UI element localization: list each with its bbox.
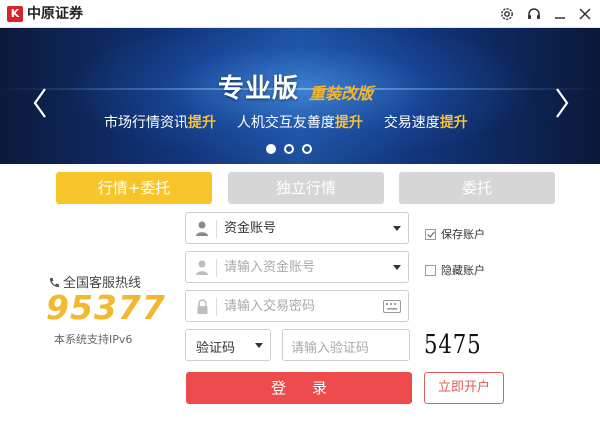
ipv6-note: 本系统支持IPv6 [54,333,133,346]
slogan-3: 交易速度 [383,115,440,131]
slogan-2: 人机交互友善度 [236,115,335,131]
banner-title: 专业版 [218,74,300,104]
account-number-input[interactable]: 请输入资金账号 [185,251,409,283]
banner-light-streak [0,88,600,90]
banner-prev-arrow-icon[interactable] [30,86,50,120]
account-number-placeholder: 请输入资金账号 [224,260,316,275]
captcha-type-select[interactable]: 验证码 [185,329,271,361]
hotline-number: 95377 [46,288,166,327]
minimize-button[interactable] [549,4,571,24]
tab-orders[interactable]: 委托 [399,172,555,204]
hide-account-label: 隐藏账户 [441,264,485,277]
banner-dot-2[interactable] [284,144,294,154]
support-button[interactable] [523,4,545,24]
settings-button[interactable] [496,4,518,24]
user-icon [196,221,208,236]
open-account-button[interactable]: 立即开户 [424,372,504,404]
chevron-down-icon [255,343,263,348]
account-type-select[interactable]: 资金账号 [185,212,409,244]
tab-quotes-and-orders[interactable]: 行情+委托 [56,172,212,204]
banner-pagination [266,144,312,154]
captcha-image[interactable]: 5475 [424,328,481,362]
hide-account-checkbox[interactable]: 隐藏账户 [425,262,485,278]
gear-icon [501,8,513,20]
banner-next-arrow-icon[interactable] [552,86,572,120]
minimize-icon [555,17,565,19]
slogan-2-highlight: 提升 [334,115,363,131]
lock-icon [197,299,208,314]
slogan-1-highlight: 提升 [188,115,216,131]
save-account-box[interactable] [425,228,436,240]
login-button[interactable]: 登录 [186,372,412,404]
close-icon [579,8,591,20]
banner-subtitle: 重装改版 [309,84,374,103]
captcha-placeholder: 请输入验证码 [291,341,370,356]
password-placeholder: 请输入交易密码 [224,299,316,314]
captcha-type-value: 验证码 [196,341,236,356]
banner-dot-3[interactable] [302,144,312,154]
promo-banner[interactable]: 专业版 重装改版 市场行情资讯提升 人机交互友善度提升 交易速度提升 [0,28,600,164]
account-type-value: 资金账号 [224,221,277,236]
save-account-checkbox[interactable]: 保存账户 [425,226,485,242]
chevron-down-icon[interactable] [393,265,401,270]
close-button[interactable] [574,4,596,24]
save-account-label: 保存账户 [441,228,485,241]
headset-icon [528,8,540,19]
banner-slogans: 市场行情资讯提升 人机交互友善度提升 交易速度提升 [104,112,468,132]
captcha-input[interactable]: 请输入验证码 [282,329,410,361]
tab-standalone-quotes[interactable]: 独立行情 [228,172,384,204]
hide-account-box[interactable] [425,264,436,276]
keyboard-icon[interactable] [383,300,401,313]
user-icon [196,260,208,275]
chevron-down-icon [393,226,401,231]
password-input[interactable]: 请输入交易密码 [185,290,409,322]
banner-dot-1[interactable] [266,144,276,154]
app-title: 中原证券 [27,6,83,22]
app-logo: K [7,6,23,22]
slogan-1: 市场行情资讯 [104,115,188,131]
title-bar: K 中原证券 [0,0,600,28]
slogan-3-highlight: 提升 [439,115,468,131]
